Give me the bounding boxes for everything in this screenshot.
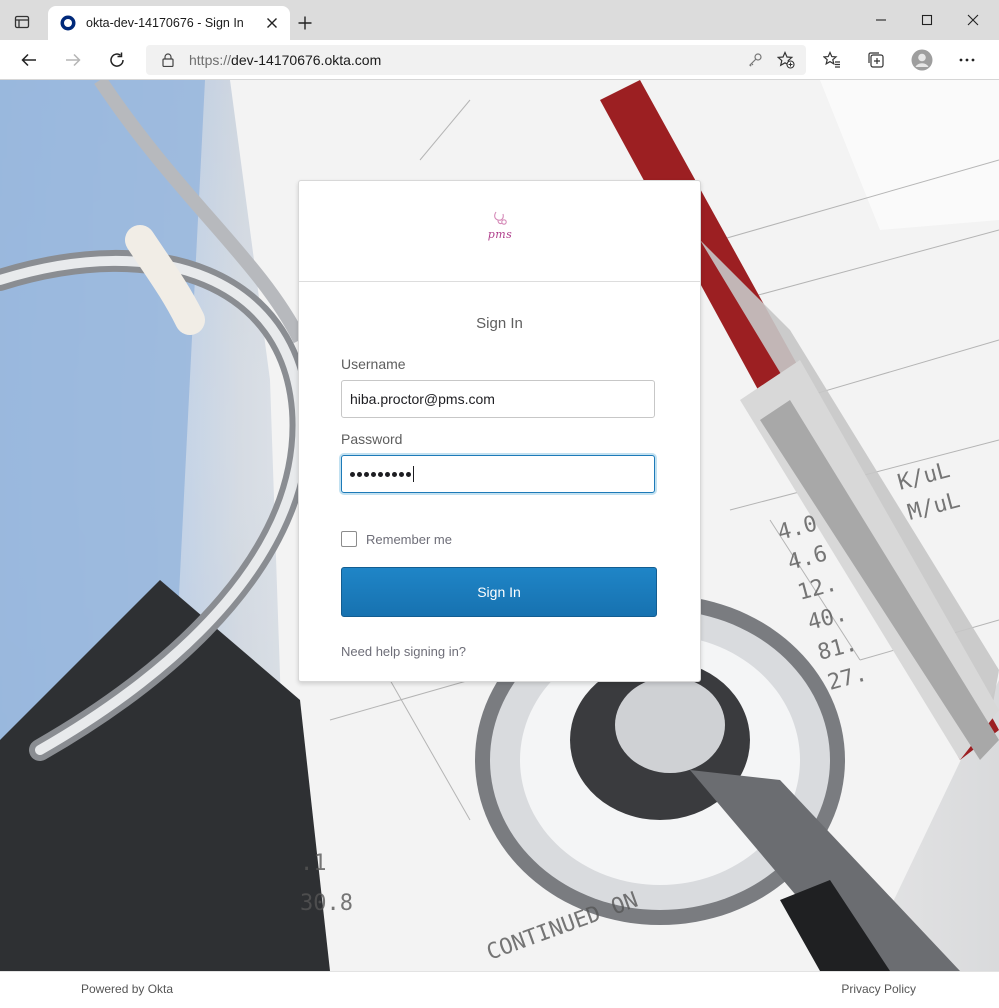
password-dot xyxy=(406,471,411,477)
svg-text:30.8: 30.8 xyxy=(300,891,353,916)
browser-tab-strip: okta-dev-14170676 - Sign In xyxy=(0,0,999,40)
address-bar[interactable]: https://dev-14170676.okta.com xyxy=(146,45,806,75)
remember-me[interactable]: Remember me xyxy=(341,531,452,547)
star-plus-icon[interactable] xyxy=(775,49,797,71)
url-text[interactable]: https://dev-14170676.okta.com xyxy=(189,52,744,68)
more-icon[interactable] xyxy=(955,48,979,72)
password-input[interactable] xyxy=(341,455,655,493)
sign-in-card: pms Sign In Username hiba.proctor@pms.co… xyxy=(298,180,701,682)
username-input[interactable]: hiba.proctor@pms.com xyxy=(341,380,655,418)
privacy-policy-link[interactable]: Privacy Policy xyxy=(841,982,916,996)
card-header: pms xyxy=(299,181,700,282)
password-dot xyxy=(385,471,390,477)
favorites-icon[interactable] xyxy=(820,48,844,72)
tab-actions-icon[interactable] xyxy=(10,10,34,34)
lock-icon[interactable] xyxy=(160,52,176,68)
key-icon[interactable] xyxy=(744,49,766,71)
close-icon[interactable] xyxy=(262,13,282,33)
minimize-icon[interactable] xyxy=(866,8,896,32)
logo-text: pms xyxy=(487,228,513,241)
back-arrow-icon[interactable] xyxy=(16,47,42,73)
pms-logo: pms xyxy=(479,211,521,251)
username-value: hiba.proctor@pms.com xyxy=(350,391,495,407)
maximize-icon[interactable] xyxy=(912,8,942,32)
stethoscope-logo-icon xyxy=(494,211,507,225)
forward-arrow-icon[interactable] xyxy=(60,47,86,73)
tab-title: okta-dev-14170676 - Sign In xyxy=(86,16,244,30)
avatar-icon[interactable] xyxy=(910,48,934,72)
svg-text:.1: .1 xyxy=(300,851,327,876)
browser-tab-active[interactable]: okta-dev-14170676 - Sign In xyxy=(48,6,290,40)
browser-toolbar: https://dev-14170676.okta.com xyxy=(0,40,999,80)
text-caret xyxy=(413,466,414,482)
need-help-link[interactable]: Need help signing in? xyxy=(341,644,466,659)
password-label: Password xyxy=(341,431,403,447)
okta-favicon-icon xyxy=(59,14,77,32)
form-title: Sign In xyxy=(476,315,523,332)
sign-in-button[interactable]: Sign In xyxy=(341,567,657,617)
remember-me-checkbox[interactable] xyxy=(341,531,357,547)
powered-by-okta-link[interactable]: Powered by Okta xyxy=(81,982,173,996)
password-dot xyxy=(357,471,362,477)
password-dot xyxy=(350,471,355,477)
remember-me-label: Remember me xyxy=(366,531,452,547)
plus-icon[interactable] xyxy=(294,12,316,34)
refresh-icon[interactable] xyxy=(104,47,130,73)
collections-icon[interactable] xyxy=(864,48,888,72)
password-dot xyxy=(364,471,369,477)
password-dot xyxy=(371,471,376,477)
username-label: Username xyxy=(341,356,406,372)
password-masked-value xyxy=(350,471,411,477)
window-close-icon[interactable] xyxy=(958,8,988,32)
password-dot xyxy=(392,471,397,477)
password-dot xyxy=(399,471,404,477)
password-dot xyxy=(378,471,383,477)
page-footer: Powered by Okta Privacy Policy xyxy=(0,971,999,1008)
